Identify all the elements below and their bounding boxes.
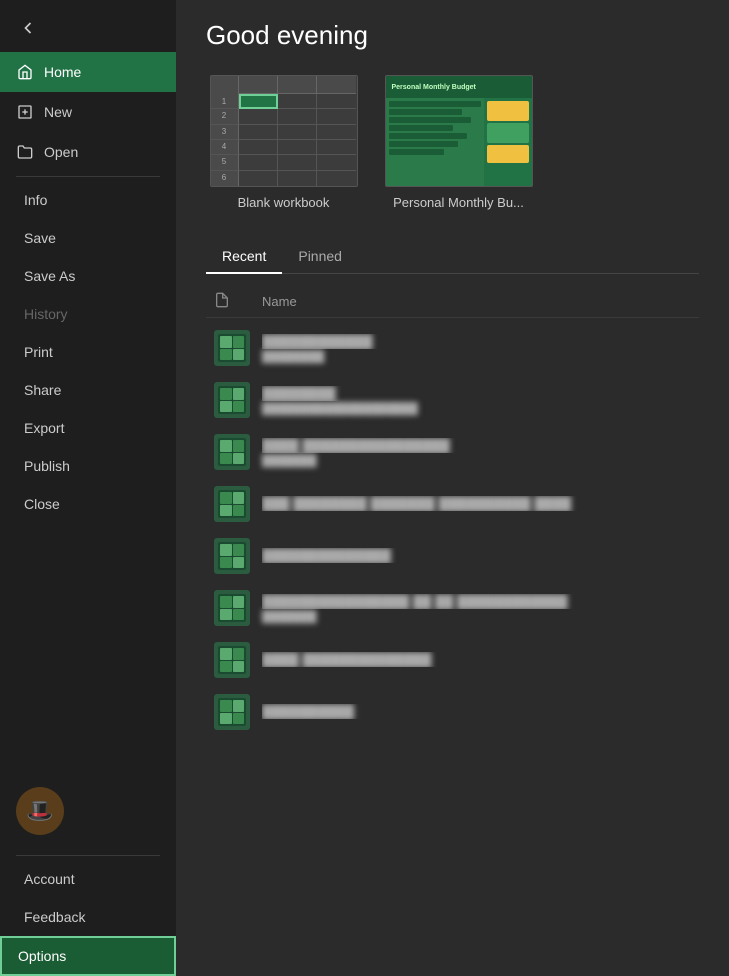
file-info-1: ████████████ ████████ xyxy=(262,334,691,363)
template-budget[interactable]: Personal Monthly Budget xyxy=(381,75,536,210)
close-label: Close xyxy=(24,496,60,512)
info-label: Info xyxy=(24,192,47,208)
sidebar-item-print[interactable]: Print xyxy=(0,333,176,371)
tab-pinned[interactable]: Pinned xyxy=(282,240,358,273)
open-icon xyxy=(16,143,34,161)
template-blank[interactable]: 1 2 3 4 5 xyxy=(206,75,361,210)
sidebar-spacer xyxy=(0,523,176,771)
sidebar-item-home-label: Home xyxy=(44,64,81,80)
tabs-row: Recent Pinned xyxy=(206,240,699,274)
logo-icon: 🎩 xyxy=(16,787,64,835)
file-thumb-4 xyxy=(214,486,250,522)
file-row-8[interactable]: ██████████ xyxy=(206,686,699,738)
file-name-3: ████ ████████████████ xyxy=(262,438,691,453)
file-row-1[interactable]: ████████████ ████████ xyxy=(206,322,699,374)
divider-top xyxy=(16,176,160,177)
app-logo: 🎩 xyxy=(0,771,176,851)
file-meta-6: ███████ xyxy=(262,611,691,623)
print-label: Print xyxy=(24,344,53,360)
sidebar-item-feedback[interactable]: Feedback xyxy=(0,898,176,936)
file-name-7: ████ ██████████████ xyxy=(262,652,691,667)
sidebar-item-export[interactable]: Export xyxy=(0,409,176,447)
recent-section: Recent Pinned Name xyxy=(206,240,699,738)
sidebar-item-share[interactable]: Share xyxy=(0,371,176,409)
sidebar-item-info[interactable]: Info xyxy=(0,181,176,219)
tab-pinned-label: Pinned xyxy=(298,248,342,264)
publish-label: Publish xyxy=(24,458,70,474)
sidebar-item-save-as[interactable]: Save As xyxy=(0,257,176,295)
sidebar-item-new-label: New xyxy=(44,104,72,120)
sidebar-item-save[interactable]: Save xyxy=(0,219,176,257)
file-meta-2: ████████████████████ xyxy=(262,403,691,415)
file-row-5[interactable]: ██████████████ xyxy=(206,530,699,582)
export-label: Export xyxy=(24,420,64,436)
blank-template-name: Blank workbook xyxy=(238,195,330,210)
files-header: Name xyxy=(206,286,699,318)
file-name-8: ██████████ xyxy=(262,704,691,719)
options-label: Options xyxy=(18,948,66,964)
file-info-8: ██████████ xyxy=(262,704,691,721)
file-thumb-5 xyxy=(214,538,250,574)
sidebar-item-new[interactable]: New xyxy=(0,92,176,132)
file-name-1: ████████████ xyxy=(262,334,691,349)
file-name-6: ████████████████ ██ ██ ████████████ xyxy=(262,594,691,609)
file-thumb-7 xyxy=(214,642,250,678)
file-row-3[interactable]: ████ ████████████████ ███████ xyxy=(206,426,699,478)
file-info-7: ████ ██████████████ xyxy=(262,652,691,669)
templates-row: 1 2 3 4 5 xyxy=(206,75,699,210)
account-label: Account xyxy=(24,871,75,887)
file-thumb-8 xyxy=(214,694,250,730)
file-thumb-2 xyxy=(214,382,250,418)
sidebar-item-publish[interactable]: Publish xyxy=(0,447,176,485)
file-row-2[interactable]: ████████ ████████████████████ xyxy=(206,374,699,426)
name-col-header: Name xyxy=(262,294,297,309)
sidebar-item-open-label: Open xyxy=(44,144,78,160)
main-content: Good evening 1 2 xyxy=(176,0,729,976)
sidebar-item-options[interactable]: Options xyxy=(0,936,176,976)
file-name-5: ██████████████ xyxy=(262,548,691,563)
new-icon xyxy=(16,103,34,121)
file-row-7[interactable]: ████ ██████████████ xyxy=(206,634,699,686)
budget-thumb: Personal Monthly Budget xyxy=(385,75,533,187)
sidebar-item-history: History xyxy=(0,295,176,333)
tab-recent-label: Recent xyxy=(222,248,266,264)
file-meta-1: ████████ xyxy=(262,351,691,363)
save-as-label: Save As xyxy=(24,268,75,284)
file-name-2: ████████ xyxy=(262,386,691,401)
file-name-4: ███ ████████ ███████ ██████████ ████ xyxy=(262,496,691,511)
sidebar-item-account[interactable]: Account xyxy=(0,860,176,898)
greeting-text: Good evening xyxy=(206,20,699,51)
file-row-4[interactable]: ███ ████████ ███████ ██████████ ████ xyxy=(206,478,699,530)
file-info-5: ██████████████ xyxy=(262,548,691,565)
file-thumb-3 xyxy=(214,434,250,470)
file-row-6[interactable]: ████████████████ ██ ██ ████████████ ████… xyxy=(206,582,699,634)
sidebar: Home New Open Info Save Save As xyxy=(0,0,176,976)
file-info-6: ████████████████ ██ ██ ████████████ ████… xyxy=(262,594,691,623)
divider-bottom xyxy=(16,855,160,856)
file-thumb-1 xyxy=(214,330,250,366)
tab-recent[interactable]: Recent xyxy=(206,240,282,274)
share-label: Share xyxy=(24,382,61,398)
save-label: Save xyxy=(24,230,56,246)
file-info-4: ███ ████████ ███████ ██████████ ████ xyxy=(262,496,691,513)
file-icon-col-header xyxy=(214,292,250,311)
back-button[interactable] xyxy=(8,8,48,48)
blank-thumb: 1 2 3 4 5 xyxy=(210,75,358,187)
file-info-2: ████████ ████████████████████ xyxy=(262,386,691,415)
file-info-3: ████ ████████████████ ███████ xyxy=(262,438,691,467)
sidebar-item-close[interactable]: Close xyxy=(0,485,176,523)
file-meta-3: ███████ xyxy=(262,455,691,467)
file-thumb-6 xyxy=(214,590,250,626)
sidebar-item-open[interactable]: Open xyxy=(0,132,176,172)
feedback-label: Feedback xyxy=(24,909,85,925)
home-icon xyxy=(16,63,34,81)
budget-template-name: Personal Monthly Bu... xyxy=(393,195,524,210)
history-label: History xyxy=(24,306,68,322)
sidebar-item-home[interactable]: Home xyxy=(0,52,176,92)
